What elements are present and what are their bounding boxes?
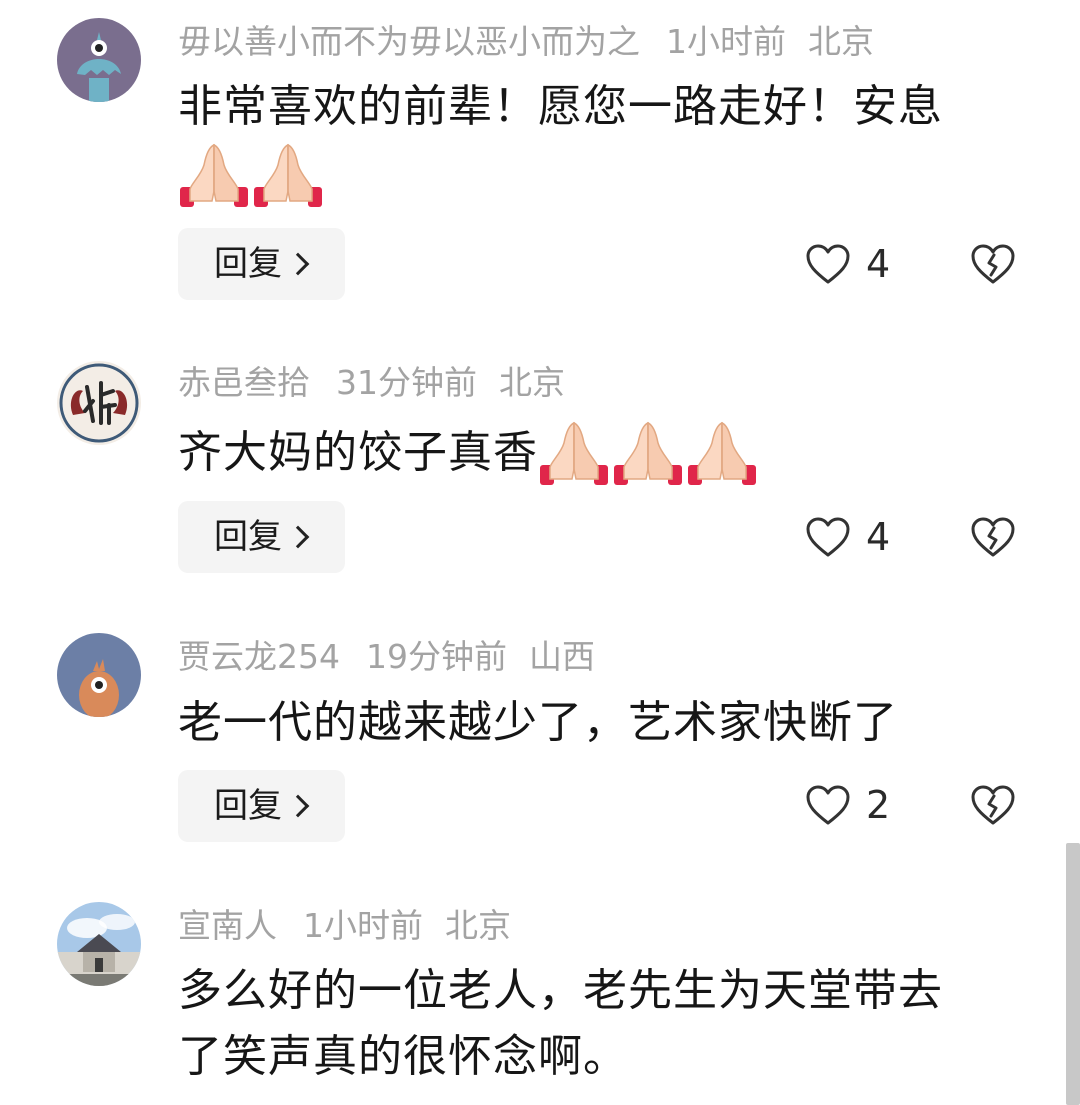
comment-meta: 贾云龙254 19分钟前 山西: [178, 637, 617, 677]
heart-outline-icon[interactable]: [805, 243, 851, 285]
broken-heart-icon[interactable]: [970, 243, 1016, 285]
comment-text: 老一代的越来越少了，艺术家快断了: [178, 690, 1008, 756]
comment-location: 北京: [445, 906, 511, 945]
chevron-right-icon: [286, 525, 310, 549]
avatar[interactable]: [57, 18, 141, 102]
like-count: 4: [866, 242, 891, 286]
reply-button[interactable]: 回复: [178, 501, 345, 573]
comment-location: 山西: [529, 637, 595, 676]
comment-time: 1小时前: [666, 22, 786, 61]
comment-text-line: 多么好的一位老人，老先生为天堂带去: [178, 965, 943, 1016]
comment-location: 北京: [499, 363, 565, 402]
avatar[interactable]: [57, 361, 141, 445]
username[interactable]: 赤邑叁拾: [178, 363, 310, 402]
reply-label: 回复: [214, 786, 282, 826]
comment-meta: 赤邑叁拾 31分钟前 北京: [178, 363, 587, 403]
heart-outline-icon[interactable]: [805, 784, 851, 826]
reply-button[interactable]: 回复: [178, 228, 345, 300]
like-count: 2: [866, 783, 891, 827]
emoji-row: [178, 140, 1008, 209]
comment-meta: 宣南人 1小时前 北京: [178, 906, 533, 946]
folded-hands-emoji: [612, 419, 684, 487]
broken-heart-icon[interactable]: [970, 516, 1016, 558]
scrollbar[interactable]: [1066, 843, 1080, 1105]
comment-time: 1小时前: [303, 906, 423, 945]
username[interactable]: 贾云龙254: [178, 637, 340, 676]
avatar[interactable]: [57, 902, 141, 986]
username[interactable]: 毋以善小而不为毋以恶小而为之: [178, 22, 640, 61]
username[interactable]: 宣南人: [178, 906, 277, 945]
broken-heart-icon[interactable]: [970, 784, 1016, 826]
comment-text-line: 齐大妈的饺子真香: [178, 418, 1008, 487]
comment-meta: 毋以善小而不为毋以恶小而为之 1小时前 北京: [178, 22, 896, 62]
folded-hands-emoji: [686, 419, 758, 487]
folded-hands-emoji: [538, 419, 610, 487]
folded-hands-emoji: [252, 141, 324, 209]
comment-text: 齐大妈的饺子真香: [178, 418, 1008, 487]
comment-text-content: 齐大妈的饺子真香: [178, 427, 538, 478]
heart-outline-icon[interactable]: [805, 516, 851, 558]
comment-text: 非常喜欢的前辈！愿您一路走好！安息: [178, 74, 1008, 209]
chevron-right-icon: [286, 794, 310, 818]
folded-hands-emoji: [178, 141, 250, 209]
reply-label: 回复: [214, 517, 282, 557]
comment-text-line: 老一代的越来越少了，艺术家快断了: [178, 697, 898, 748]
comment-time: 19分钟前: [366, 637, 507, 676]
reply-label: 回复: [214, 244, 282, 284]
avatar[interactable]: [57, 633, 141, 717]
comment-text-line: 非常喜欢的前辈！愿您一路走好！安息: [178, 81, 943, 132]
like-count: 4: [866, 515, 891, 559]
comment-location: 北京: [808, 22, 874, 61]
reply-button[interactable]: 回复: [178, 770, 345, 842]
comment-text: 多么好的一位老人，老先生为天堂带去 了笑声真的很怀念啊。: [178, 958, 1008, 1090]
chevron-right-icon: [286, 252, 310, 276]
comment-time: 31分钟前: [336, 363, 477, 402]
comment-text-line: 了笑声真的很怀念啊。: [178, 1031, 628, 1082]
